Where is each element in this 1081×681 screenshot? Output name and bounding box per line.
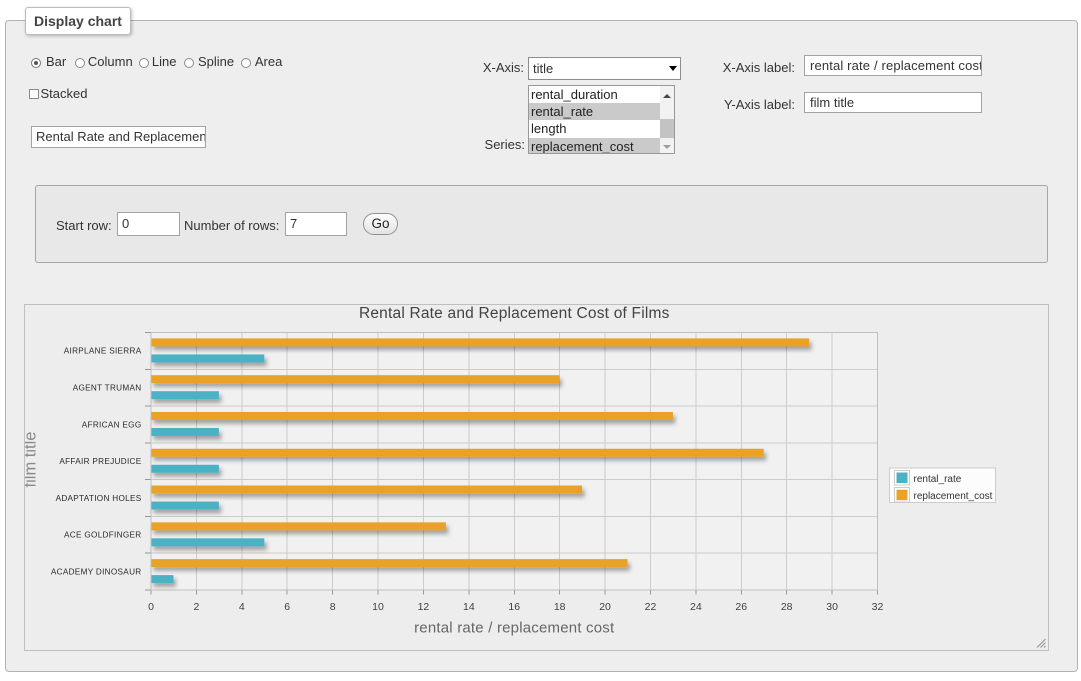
svg-text:30: 30: [826, 601, 838, 613]
svg-text:14: 14: [463, 601, 475, 613]
svg-text:16: 16: [508, 601, 520, 613]
svg-text:26: 26: [735, 601, 747, 613]
svg-text:replacement_cost: replacement_cost: [914, 491, 993, 502]
svg-text:12: 12: [418, 601, 430, 613]
svg-text:10: 10: [372, 601, 384, 613]
svg-text:18: 18: [554, 601, 566, 613]
svg-text:AGENT TRUMAN: AGENT TRUMAN: [73, 383, 142, 392]
svg-text:8: 8: [330, 601, 336, 613]
svg-text:6: 6: [284, 601, 290, 613]
svg-text:ACADEMY DINOSAUR: ACADEMY DINOSAUR: [51, 567, 142, 576]
svg-text:32: 32: [872, 601, 884, 613]
svg-text:film title: film title: [25, 432, 40, 488]
svg-text:4: 4: [239, 601, 245, 613]
svg-text:24: 24: [690, 601, 702, 613]
svg-text:ADAPTATION HOLES: ADAPTATION HOLES: [56, 494, 142, 503]
svg-text:20: 20: [599, 601, 611, 613]
svg-text:AFRICAN EGG: AFRICAN EGG: [82, 420, 142, 429]
svg-text:AFFAIR PREJUDICE: AFFAIR PREJUDICE: [59, 457, 141, 466]
svg-text:0: 0: [148, 601, 154, 613]
svg-text:ACE GOLDFINGER: ACE GOLDFINGER: [64, 531, 141, 540]
svg-text:rental rate / replacement cost: rental rate / replacement cost: [414, 620, 615, 637]
svg-text:AIRPLANE SIERRA: AIRPLANE SIERRA: [64, 347, 142, 356]
svg-text:28: 28: [781, 601, 793, 613]
svg-text:2: 2: [193, 601, 199, 613]
svg-text:rental_rate: rental_rate: [914, 474, 962, 485]
svg-text:Rental Rate and Replacement Co: Rental Rate and Replacement Cost of Film…: [359, 305, 670, 322]
svg-text:22: 22: [645, 601, 657, 613]
